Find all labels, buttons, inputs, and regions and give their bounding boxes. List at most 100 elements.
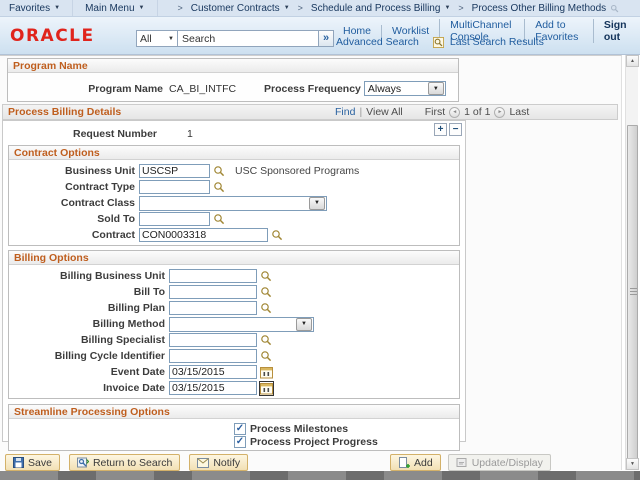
first-link[interactable]: First xyxy=(425,106,445,118)
lookup-icon[interactable] xyxy=(260,334,272,346)
last-search-results-link[interactable]: Last Search Results xyxy=(450,36,544,48)
add-row-icon[interactable]: + xyxy=(434,123,447,136)
chevron-down-icon: ▼ xyxy=(54,5,60,11)
lookup-icon[interactable] xyxy=(213,165,225,177)
breadcrumb-current-page[interactable]: Process Other Billing Methods xyxy=(470,3,622,14)
billing-business-unit-input[interactable] xyxy=(169,269,257,283)
bill-to-input[interactable] xyxy=(169,285,257,299)
process-milestones-checkbox[interactable]: ✓ xyxy=(234,423,246,435)
billing-plan-input[interactable] xyxy=(169,301,257,315)
lookup-icon[interactable] xyxy=(260,302,272,314)
breadcrumb-separator: > xyxy=(172,3,189,13)
update-display-icon xyxy=(456,457,468,468)
invoice-date-input[interactable] xyxy=(169,381,257,395)
add-label: Add xyxy=(414,457,433,469)
process-frequency-label: Process Frequency xyxy=(264,83,361,95)
view-all-link[interactable]: View All xyxy=(366,106,403,118)
contract-options-title: Contract Options xyxy=(9,146,459,160)
lookup-icon[interactable] xyxy=(260,270,272,282)
process-milestones-label: Process Milestones xyxy=(250,423,348,435)
process-project-progress-label: Process Project Progress xyxy=(250,436,378,448)
find-link[interactable]: Find xyxy=(335,106,355,118)
add-icon xyxy=(398,457,410,469)
search-links-row: Advanced Search Last Search Results xyxy=(336,36,544,48)
favorites-label: Favorites xyxy=(9,3,50,14)
main-menu-label: Main Menu xyxy=(85,3,134,14)
billing-business-unit-label: Billing Business Unit xyxy=(9,270,169,282)
billing-business-unit-row: Billing Business Unit xyxy=(9,268,459,284)
billing-plan-row: Billing Plan xyxy=(9,300,459,316)
billing-specialist-row: Billing Specialist xyxy=(9,332,459,348)
favorites-menu[interactable]: Favorites ▼ xyxy=(0,0,73,16)
update-display-label: Update/Display xyxy=(472,457,543,469)
streamline-options-title: Streamline Processing Options xyxy=(9,405,459,419)
main-menu[interactable]: Main Menu ▼ xyxy=(73,0,157,16)
chevron-down-icon: ▼ xyxy=(284,5,290,11)
billing-method-dropdown[interactable]: ▼ xyxy=(169,317,314,332)
return-to-search-button[interactable]: Return to Search xyxy=(69,454,180,471)
process-project-progress-checkbox[interactable]: ✓ xyxy=(234,436,246,448)
save-icon xyxy=(13,457,24,468)
notify-button[interactable]: Notify xyxy=(189,454,248,471)
contract-type-label: Contract Type xyxy=(9,181,139,193)
search-input[interactable] xyxy=(178,30,319,47)
process-billing-details-header: Process Billing Details Find | View All … xyxy=(2,104,618,120)
request-number-label: Request Number xyxy=(73,128,157,140)
breadcrumb: Favorites ▼ Main Menu ▼ > Customer Contr… xyxy=(0,0,640,17)
billing-cycle-identifier-row: Billing Cycle Identifier xyxy=(9,348,459,364)
delete-row-icon[interactable]: − xyxy=(449,123,462,136)
billing-specialist-label: Billing Specialist xyxy=(9,334,169,346)
sign-out-link[interactable]: Sign out xyxy=(593,19,640,43)
breadcrumb-schedule-process-billing[interactable]: Schedule and Process Billing ▼ xyxy=(309,3,452,14)
billing-specialist-input[interactable] xyxy=(169,333,257,347)
oracle-logo: ORACLE xyxy=(10,26,95,46)
last-link[interactable]: Last xyxy=(509,106,529,118)
page-search-icon xyxy=(610,4,619,13)
event-date-input[interactable] xyxy=(169,365,257,379)
calendar-icon[interactable] xyxy=(260,366,273,379)
crumb-label: Customer Contracts xyxy=(191,3,280,14)
bill-to-row: Bill To xyxy=(9,284,459,300)
business-unit-input[interactable] xyxy=(139,164,210,178)
advanced-search-link[interactable]: Advanced Search xyxy=(336,36,419,48)
previous-row-icon[interactable]: ◄ xyxy=(449,107,460,118)
lookup-icon[interactable] xyxy=(260,350,272,362)
process-project-progress-row: ✓ Process Project Progress xyxy=(9,435,459,448)
contract-class-label: Contract Class xyxy=(9,197,139,209)
billing-options-groupbox: Billing Options Billing Business Unit Bi… xyxy=(8,250,460,399)
notify-label: Notify xyxy=(213,457,240,469)
lookup-icon[interactable] xyxy=(260,286,272,298)
event-date-row: Event Date xyxy=(9,364,459,380)
invoice-date-label: Invoice Date xyxy=(9,382,169,394)
billing-cycle-identifier-input[interactable] xyxy=(169,349,257,363)
next-row-icon[interactable]: ► xyxy=(494,107,505,118)
scroll-up-icon[interactable]: ▲ xyxy=(626,55,639,67)
request-number-row: Request Number 1 xyxy=(3,121,465,141)
contract-class-dropdown[interactable]: ▼ xyxy=(139,196,327,211)
sold-to-input[interactable] xyxy=(139,212,210,226)
vertical-scrollbar[interactable]: ▲ ▼ xyxy=(625,55,638,470)
billing-cycle-identifier-label: Billing Cycle Identifier xyxy=(9,350,169,362)
breadcrumb-customer-contracts[interactable]: Customer Contracts ▼ xyxy=(189,3,292,14)
chevron-down-icon: ▼ xyxy=(309,197,325,210)
bottom-taskbar-strip xyxy=(0,471,640,480)
lookup-icon[interactable] xyxy=(213,213,225,225)
add-button[interactable]: Add xyxy=(390,454,441,471)
update-display-button[interactable]: Update/Display xyxy=(448,454,551,471)
lookup-icon[interactable] xyxy=(271,229,283,241)
process-frequency-dropdown[interactable]: Always ▼ xyxy=(364,81,446,96)
search-scope-value: All xyxy=(140,33,152,45)
contract-class-row: Contract Class ▼ xyxy=(9,195,459,211)
lookup-icon[interactable] xyxy=(213,181,225,193)
bill-to-label: Bill To xyxy=(9,286,169,298)
scrollbar-thumb[interactable] xyxy=(627,125,638,459)
contract-type-input[interactable] xyxy=(139,180,210,194)
search-scope-dropdown[interactable]: All ▼ xyxy=(136,30,178,47)
contract-input[interactable] xyxy=(139,228,268,242)
calendar-icon[interactable] xyxy=(260,382,273,395)
save-button[interactable]: Save xyxy=(5,454,60,471)
billing-method-label: Billing Method xyxy=(9,318,169,330)
scroll-down-icon[interactable]: ▼ xyxy=(626,458,639,470)
request-number-value: 1 xyxy=(187,128,193,140)
search-go-button[interactable]: » xyxy=(319,30,334,47)
